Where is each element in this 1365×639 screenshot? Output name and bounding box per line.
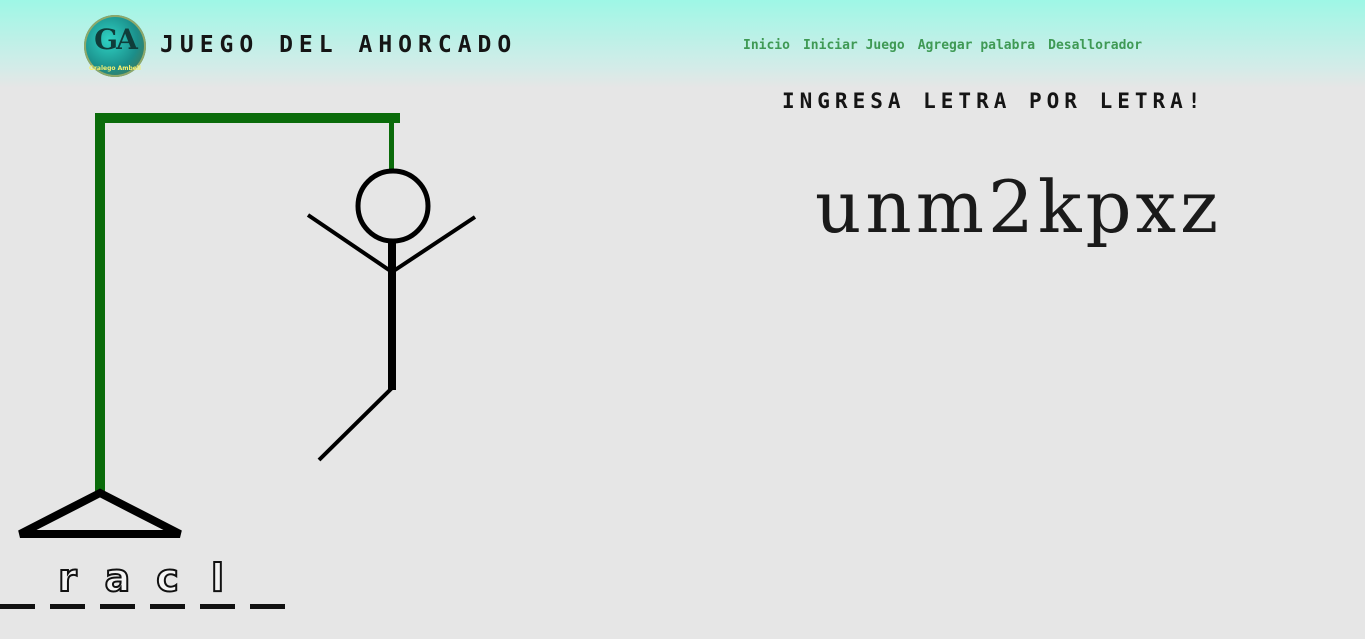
instruction-text: INGRESA LETRA POR LETRA! (782, 89, 1206, 113)
hangman-figure (306, 168, 477, 462)
hangman-drawing (18, 113, 477, 538)
nav-inicio[interactable]: Inicio (743, 38, 790, 53)
letter-slot (250, 555, 285, 609)
slot-dash (100, 604, 135, 609)
main-nav: Inicio Iniciar Juego Agregar palabra Des… (743, 38, 1142, 53)
slot-dash (150, 604, 185, 609)
slot-letter: l (210, 555, 225, 601)
nav-iniciar-juego[interactable]: Iniciar Juego (803, 38, 905, 53)
gallows-post (95, 113, 105, 495)
slot-dash (0, 604, 35, 609)
wrong-letters: unm2kpxz (815, 165, 1223, 249)
letter-slot: l (200, 555, 235, 609)
letter-slot: r (50, 555, 85, 609)
gallows (18, 113, 400, 538)
slot-dash (250, 604, 285, 609)
figure-right-arm (390, 215, 477, 274)
letter-slot: c (150, 555, 185, 609)
gallows-base (18, 488, 182, 538)
gallows-beam (95, 113, 400, 123)
nav-desallorador[interactable]: Desallorador (1048, 38, 1142, 53)
figure-head (355, 168, 431, 244)
letter-slot (0, 555, 35, 609)
figure-left-arm (306, 213, 394, 274)
figure-left-leg (317, 386, 394, 462)
slot-letter: r (57, 555, 78, 601)
nav-agregar-palabra[interactable]: Agregar palabra (918, 38, 1035, 53)
gallows-rope (389, 123, 394, 171)
word-slots: r a c l (0, 555, 300, 609)
slot-letter: c (155, 555, 180, 601)
slot-dash (200, 604, 235, 609)
slot-dash (50, 604, 85, 609)
letter-slot: a (100, 555, 135, 609)
slot-letter: a (104, 555, 132, 601)
